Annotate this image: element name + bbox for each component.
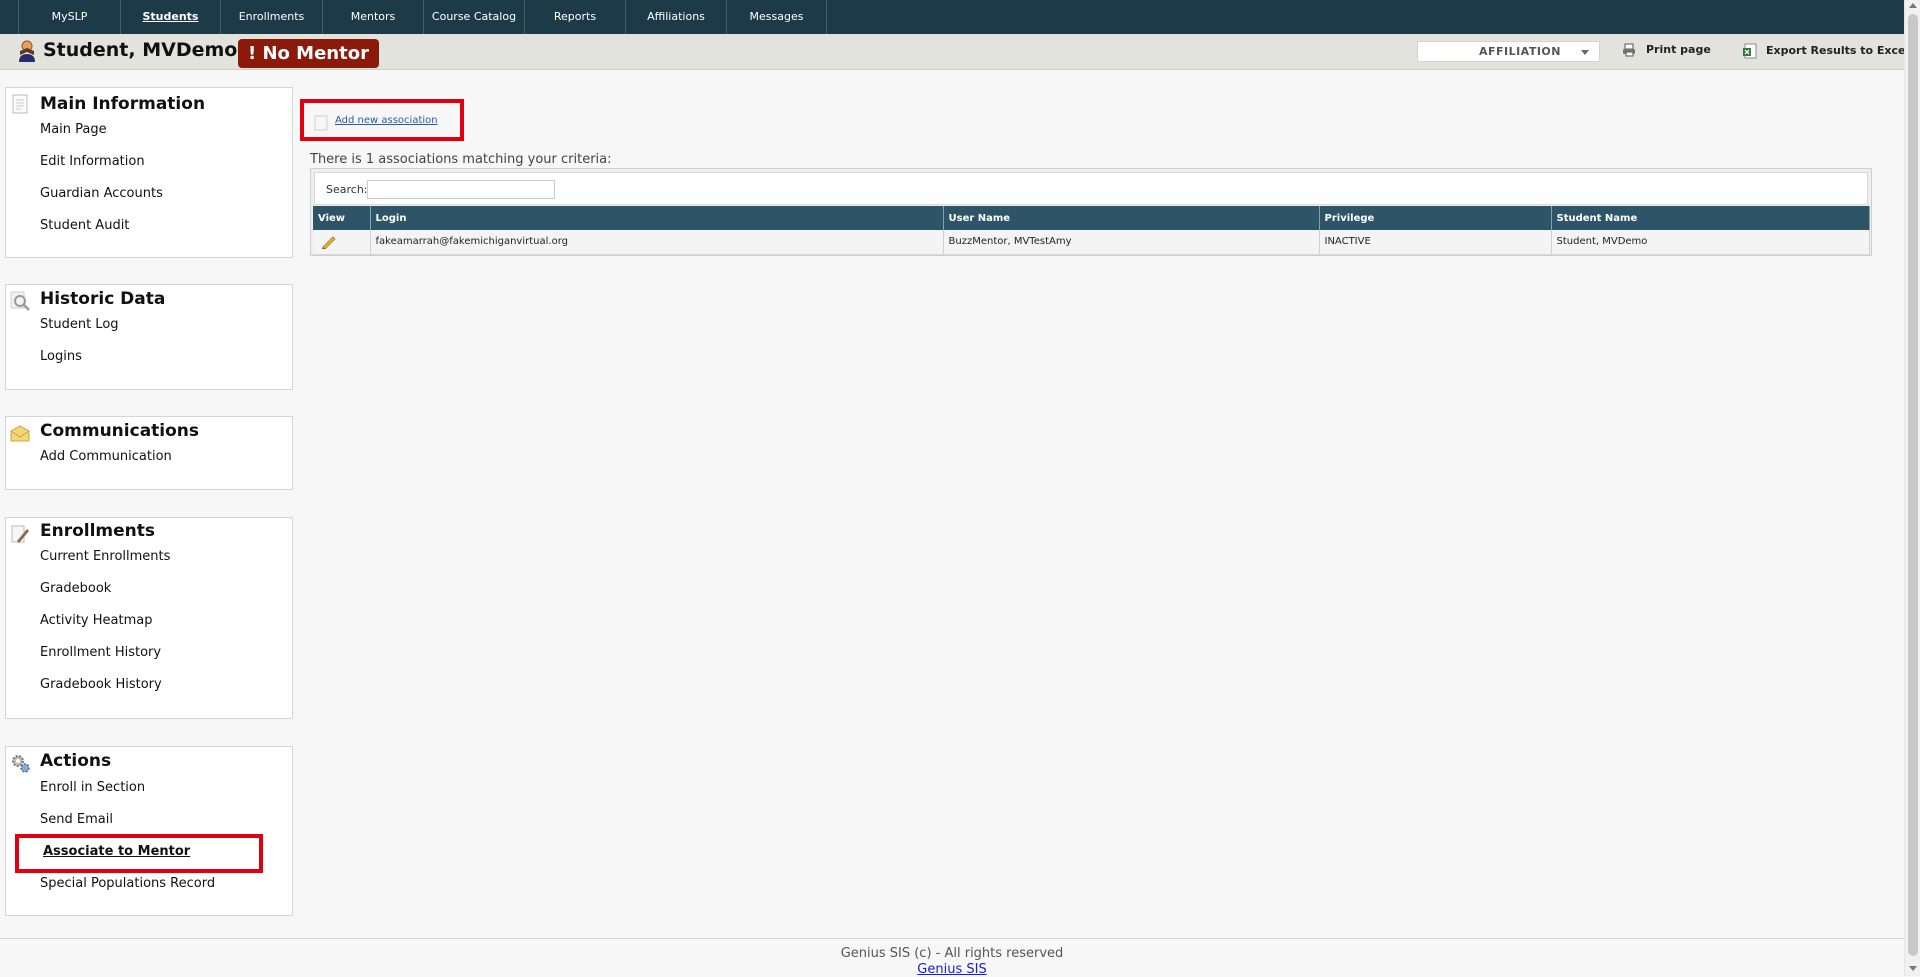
actions-panel: Actions Enroll in Section Send Email Ass… xyxy=(5,746,293,916)
sidebar-item-student-audit[interactable]: Student Audit xyxy=(40,218,129,233)
gear-icon xyxy=(12,755,30,773)
excel-icon xyxy=(1743,43,1757,59)
edit-pencil-icon[interactable] xyxy=(321,235,337,249)
nav-tabs: MySLP Students Enrollments Mentors Cours… xyxy=(18,0,827,34)
print-page-label: Print page xyxy=(1646,43,1711,56)
scrollbar-thumb[interactable] xyxy=(1908,14,1918,956)
column-header-student-name[interactable]: Student Name xyxy=(1551,206,1870,230)
table-row: fakeamarrah@fakemichiganvirtual.org Buzz… xyxy=(313,230,1870,255)
user-name-cell: BuzzMentor, MVTestAmy xyxy=(943,230,1320,255)
main-information-title: Main Information xyxy=(40,94,206,114)
enrollments-panel: Enrollments Current Enrollments Gradeboo… xyxy=(5,517,293,719)
scroll-up-arrow-icon[interactable] xyxy=(1909,3,1917,8)
scroll-down-arrow-icon[interactable] xyxy=(1909,966,1917,971)
sidebar-item-logins[interactable]: Logins xyxy=(40,349,82,364)
highlight-box-associate-mentor xyxy=(15,834,263,873)
sidebar-item-enrollment-history[interactable]: Enrollment History xyxy=(40,645,161,660)
historic-data-panel: Historic Data Student Log Logins xyxy=(5,284,293,390)
footer-divider xyxy=(0,938,1904,939)
actions-title: Actions xyxy=(40,751,112,771)
table-header-row: View Login User Name Privilege Student N… xyxy=(313,206,1870,230)
search-bar: Search: xyxy=(314,172,1868,205)
affiliation-select[interactable]: AFFILIATION xyxy=(1417,41,1600,62)
document-icon xyxy=(12,94,28,114)
sidebar-item-add-communication[interactable]: Add Communication xyxy=(40,449,172,464)
login-cell: fakeamarrah@fakemichiganvirtual.org xyxy=(370,230,944,255)
sidebar-item-activity-heatmap[interactable]: Activity Heatmap xyxy=(40,613,152,628)
top-navigation: MySLP Students Enrollments Mentors Cours… xyxy=(0,0,1904,34)
tab-mentors[interactable]: Mentors xyxy=(322,0,423,34)
associations-table: View Login User Name Privilege Student N… xyxy=(313,206,1870,255)
printer-icon xyxy=(1623,43,1635,57)
sidebar-item-gradebook[interactable]: Gradebook xyxy=(40,581,111,596)
sidebar-item-send-email[interactable]: Send Email xyxy=(40,812,113,827)
column-header-privilege[interactable]: Privilege xyxy=(1319,206,1552,230)
add-new-association-link[interactable]: Add new association xyxy=(335,115,438,126)
sidebar-item-current-enrollments[interactable]: Current Enrollments xyxy=(40,549,170,564)
sidebar-item-gradebook-history[interactable]: Gradebook History xyxy=(40,677,162,692)
column-header-view[interactable]: View xyxy=(313,206,371,230)
student-name-cell: Student, MVDemo xyxy=(1551,230,1870,255)
column-header-user-name[interactable]: User Name xyxy=(943,206,1320,230)
student-header: Student, MVDemo ! No Mentor AFFILIATION … xyxy=(0,34,1909,70)
search-label: Search: xyxy=(326,183,368,196)
main-information-panel: Main Information Main Page Edit Informat… xyxy=(5,87,293,258)
sidebar-item-enroll-in-section[interactable]: Enroll in Section xyxy=(40,780,145,795)
sidebar-item-special-populations-record[interactable]: Special Populations Record xyxy=(40,876,215,891)
tab-reports[interactable]: Reports xyxy=(524,0,625,34)
privilege-cell: INACTIVE xyxy=(1319,230,1552,255)
sidebar-item-edit-information[interactable]: Edit Information xyxy=(40,154,145,169)
associations-table-container: Search: View Login User Name Privilege S… xyxy=(310,168,1872,256)
magnifier-icon xyxy=(10,291,30,311)
sidebar-item-student-log[interactable]: Student Log xyxy=(40,317,119,332)
tab-myslp[interactable]: MySLP xyxy=(18,0,120,34)
no-mentor-badge: ! No Mentor xyxy=(238,39,379,68)
column-header-login[interactable]: Login xyxy=(370,206,944,230)
new-document-icon xyxy=(314,115,328,131)
student-name: Student, MVDemo xyxy=(43,39,238,61)
footer-genius-sis-link[interactable]: Genius SIS xyxy=(0,962,1904,977)
view-cell[interactable] xyxy=(313,230,371,255)
tab-enrollments[interactable]: Enrollments xyxy=(220,0,322,34)
affiliation-select-label: AFFILIATION xyxy=(1478,45,1561,58)
historic-data-title: Historic Data xyxy=(40,289,166,309)
footer-copyright: Genius SIS (c) - All rights reserved xyxy=(840,946,1064,961)
search-input[interactable] xyxy=(367,180,555,199)
communications-title: Communications xyxy=(40,421,200,441)
tab-course-catalog[interactable]: Course Catalog xyxy=(423,0,524,34)
export-excel-label: Export Results to Excel xyxy=(1766,44,1910,57)
envelope-icon xyxy=(10,425,30,442)
sidebar-item-guardian-accounts[interactable]: Guardian Accounts xyxy=(40,186,163,201)
pencil-paper-icon xyxy=(11,525,29,543)
export-excel-button[interactable]: Export Results to Excel xyxy=(1742,43,1909,59)
tab-affiliations[interactable]: Affiliations xyxy=(625,0,726,34)
results-count-text: There is 1 associations matching your cr… xyxy=(310,152,612,167)
chevron-down-icon xyxy=(1581,50,1589,55)
enrollments-title: Enrollments xyxy=(40,521,156,541)
tab-students[interactable]: Students xyxy=(120,0,220,34)
vertical-scrollbar[interactable] xyxy=(1904,0,1920,976)
tab-messages[interactable]: Messages xyxy=(726,0,827,34)
communications-panel: Communications Add Communication xyxy=(5,416,293,490)
sidebar-item-main-page[interactable]: Main Page xyxy=(40,122,107,137)
student-icon xyxy=(19,40,35,62)
print-page-button[interactable]: Print page xyxy=(1622,43,1711,57)
